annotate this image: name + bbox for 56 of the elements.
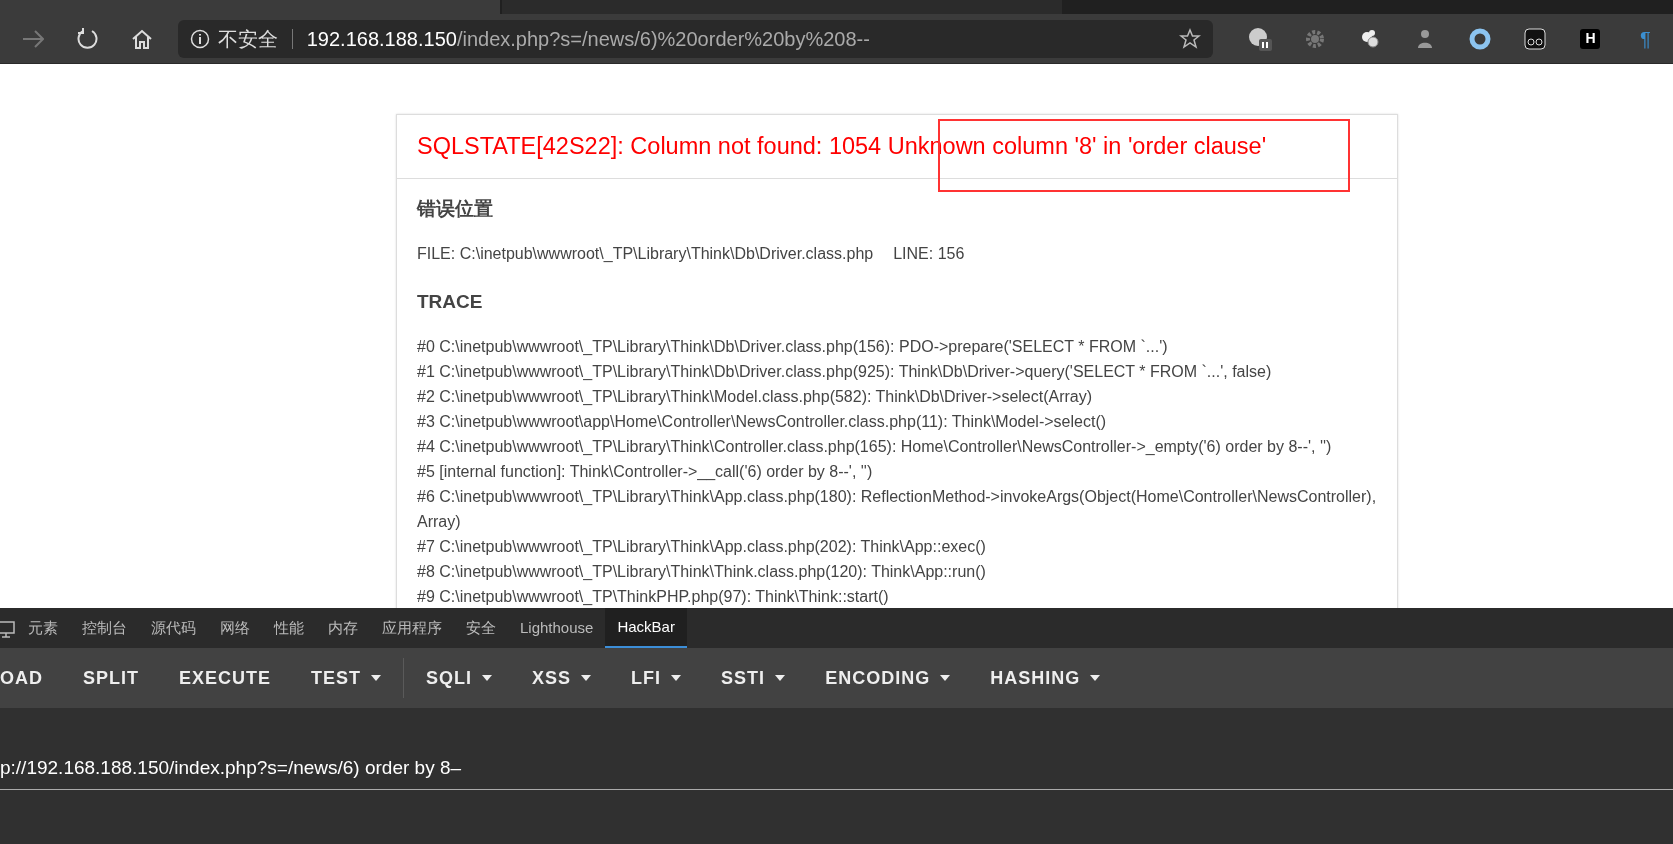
home-icon[interactable]	[131, 28, 154, 49]
file-path: FILE: C:\inetpub\wwwroot\_TP\Library\Think\Db\Driver.class.php	[417, 244, 874, 262]
caret-icon	[482, 675, 493, 681]
bubbles-icon[interactable]	[1359, 27, 1382, 50]
section-heading: TRACE	[417, 289, 484, 314]
devtools-tab[interactable]: 内存	[316, 608, 370, 648]
devtools-tab[interactable]: HackBar	[605, 608, 687, 648]
extension-letter[interactable]: H	[1580, 28, 1601, 49]
section-heading: 错误位置	[417, 197, 494, 222]
devtools-tab[interactable]: 性能	[262, 608, 316, 648]
trace-line: #3 C:\inetpub\wwwroot\app\Home\Controller\NewsController.class.php(11): Think\Model->select()	[417, 412, 1108, 433]
dropdown-button[interactable]: TEST	[291, 648, 402, 708]
back-icon[interactable]	[22, 29, 45, 48]
caret-icon	[775, 675, 786, 681]
dropdown-button[interactable]: SQLI	[406, 648, 513, 708]
caret-icon	[581, 675, 592, 681]
address-bar[interactable]: 不安全 192.168.188.150/index.php?s=/news/6)%20order%20by%208--	[177, 19, 1213, 58]
favorite-icon[interactable]	[1179, 27, 1201, 50]
glasses-icon[interactable]	[1524, 27, 1547, 50]
caret-icon	[371, 675, 382, 681]
devtools-tab[interactable]: 控制台	[70, 608, 139, 648]
trace-line: #6 C:\inetpub\wwwroot\_TP\Library\Think\App.class.php(180): ReflectionMethod->invokeArgs(Object(Home\Controller\NewsController), Array)	[417, 487, 1377, 533]
dropdown-button[interactable]: XSS	[512, 648, 612, 708]
line-number: LINE: 156	[893, 244, 965, 262]
trace-line: #0 C:\inetpub\wwwroot\_TP\Library\Think\Db\Driver.class.php(156): PDO->prepare('SELECT * FROM `...')	[417, 337, 1169, 358]
trace-line: #8 C:\inetpub\wwwroot\_TP\Library\Think\Think.class.php(120): Think\App::run()	[417, 562, 987, 583]
caret-icon	[940, 675, 951, 681]
toolbar-button[interactable]: SPLIT	[63, 648, 159, 708]
toolbar-button[interactable]: OAD	[0, 648, 63, 708]
caret-icon	[1090, 675, 1101, 681]
trace-line: #4 C:\inetpub\wwwroot\_TP\Library\Think\Controller.class.php(165): Home\Controller\NewsController->_empty('6) order by 8--', '')	[417, 437, 1333, 458]
devtools-tab[interactable]: 应用程序	[370, 608, 454, 648]
ring-icon[interactable]	[1469, 27, 1492, 50]
toolbar-button[interactable]: EXECUTE	[159, 648, 292, 708]
security-label: 不安全	[217, 26, 278, 52]
dropdown-button[interactable]: SSTI	[701, 648, 806, 708]
devtools-tab[interactable]: 网络	[208, 608, 262, 648]
devtools-tab[interactable]: Lighthouse	[508, 608, 606, 648]
dropdown-button[interactable]: LFI	[611, 648, 702, 708]
caret-icon	[671, 675, 682, 681]
extension-icon[interactable]	[1247, 25, 1274, 52]
url-text: 192.168.188.150/index.php?s=/news/6)%20order%20by%208--	[306, 26, 870, 52]
trace-line: #7 C:\inetpub\wwwroot\_TP\Library\Think\App.class.php(202): Think\App::exec()	[417, 537, 987, 558]
dropdown-button[interactable]: HASHING	[970, 648, 1121, 708]
info-icon[interactable]	[189, 28, 210, 49]
devtools-tab[interactable]: 源代码	[139, 608, 208, 648]
trace-line: #1 C:\inetpub\wwwroot\_TP\Library\Think\Db\Driver.class.php(925): Think\Db\Driver->query('SELECT * FROM `...', false)	[417, 362, 1273, 383]
gear-icon[interactable]	[1304, 27, 1327, 50]
devtools-tab[interactable]: 安全	[454, 608, 508, 648]
trace-line: #9 C:\inetpub\wwwroot\_TP\ThinkPHP.php(97): Think\Think::start()	[417, 587, 890, 608]
devtools-tab[interactable]: 元素	[16, 608, 70, 648]
trace-line: #5 [internal function]: Think\Controller->__call('6) order by 8--', '')	[417, 462, 874, 483]
trace-line: #2 C:\inetpub\wwwroot\_TP\Library\Think\Model.class.php(582): Think\Db\Driver->select(Array)	[417, 387, 1094, 408]
dropdown-button[interactable]: ENCODING	[805, 648, 971, 708]
reload-icon[interactable]	[76, 27, 99, 50]
url-field[interactable]: p://192.168.188.150/index.php?s=/news/6) order by 8–	[0, 740, 1673, 790]
